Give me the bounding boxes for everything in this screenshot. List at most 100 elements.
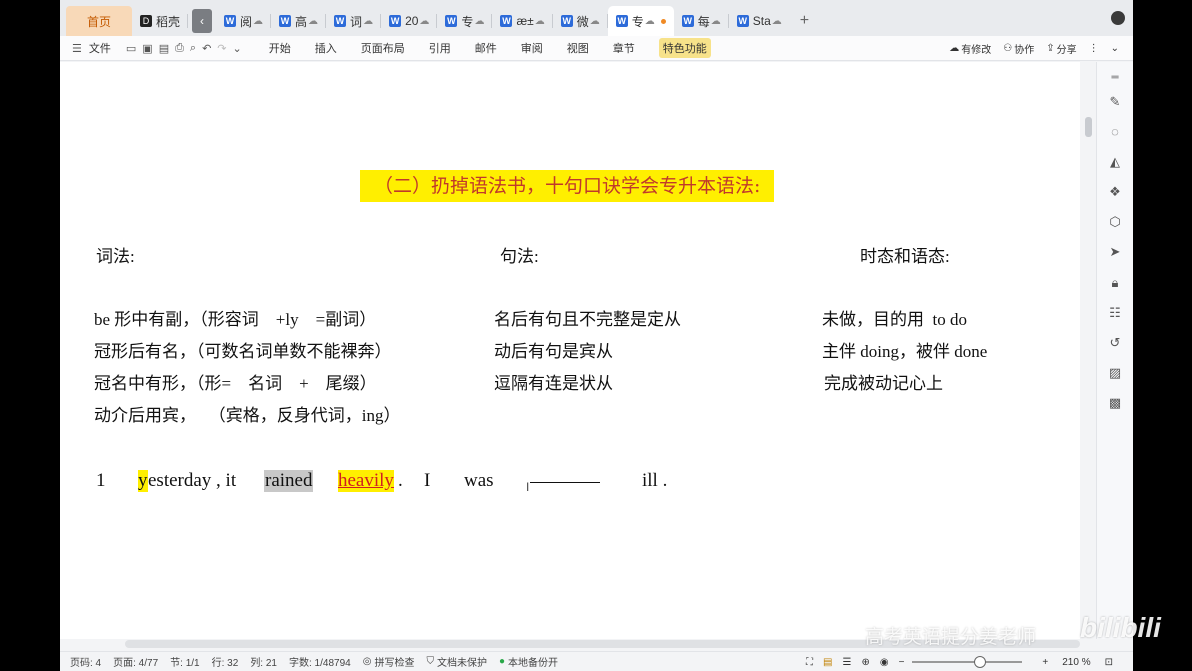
- settings-sliders-icon[interactable]: ☷: [1107, 305, 1123, 321]
- rule-line: 名后有句且不完整是定从: [494, 310, 681, 329]
- cloud-icon: ☁: [474, 15, 485, 27]
- tab-doc-10[interactable]: W Sta ☁: [729, 6, 790, 36]
- redo-icon[interactable]: ↷: [217, 42, 226, 55]
- word-doc-icon: W: [736, 15, 749, 27]
- zoom-slider[interactable]: [912, 656, 1023, 668]
- status-bar: 页码: 4 页面: 4/77 节: 1/1 行: 32 列: 21 字数: 1/…: [60, 651, 1133, 671]
- save-icon[interactable]: ▣: [142, 42, 152, 55]
- protect-status[interactable]: 文档未保护: [437, 654, 487, 669]
- lock-icon[interactable]: 🔒︎: [1107, 275, 1123, 291]
- menu-mailings[interactable]: 邮件: [475, 40, 497, 56]
- export-icon[interactable]: ▤: [159, 42, 169, 55]
- cloud-icon: ☁: [644, 15, 655, 27]
- menu-insert[interactable]: 插入: [315, 40, 337, 56]
- cloud-icon: ☁: [308, 15, 319, 27]
- tab-doc-active[interactable]: W 专 ☁: [607, 6, 674, 36]
- tab-doc-4[interactable]: W 20 ☁: [381, 6, 438, 36]
- zoom-level[interactable]: 210 %: [1062, 657, 1090, 668]
- vertical-scrollbar[interactable]: [1082, 62, 1096, 639]
- share-button[interactable]: 分享: [1057, 41, 1077, 56]
- undo-icon[interactable]: ↶: [202, 42, 211, 55]
- avatar[interactable]: [1111, 11, 1125, 25]
- status-line[interactable]: 行: 32: [212, 654, 239, 669]
- cloud-icon: ☁: [419, 15, 430, 27]
- menu-page-layout[interactable]: 页面布局: [361, 40, 405, 56]
- status-column[interactable]: 列: 21: [250, 654, 277, 669]
- more-icon[interactable]: ⋮: [1089, 43, 1099, 54]
- menu-references[interactable]: 引用: [429, 40, 451, 56]
- print-icon[interactable]: ⎙: [175, 42, 184, 55]
- status-pages[interactable]: 页面: 4/77: [113, 654, 158, 669]
- tab-doc-7[interactable]: W 微 ☁: [553, 6, 608, 36]
- hamburger-icon[interactable]: ☰: [72, 42, 82, 55]
- tab-doc-3[interactable]: W 词 ☁: [326, 6, 382, 36]
- pen-icon[interactable]: ✎: [1107, 94, 1123, 110]
- tab-bar: 首页 D 稻壳 ‹ W 阅 ☁ W 高 ☁ W 词 ☁ W 20 ☁ W 专 ☁ Wæ± ☁ W 微 ☁ W…: [60, 0, 1133, 36]
- tab-doc-5[interactable]: W 专 ☁: [437, 6, 493, 36]
- menu-special-features[interactable]: 特色功能: [658, 38, 711, 58]
- tab-doc-2[interactable]: W 高 ☁: [271, 6, 327, 36]
- collab-button[interactable]: 协作: [1014, 41, 1034, 56]
- collapse-icon[interactable]: ═: [1107, 70, 1123, 86]
- open-folder-icon[interactable]: ▭: [126, 42, 136, 55]
- eye-protect-icon[interactable]: ◉: [880, 657, 889, 668]
- tab-label: æ±: [516, 14, 534, 28]
- rule-line: be 形中有副，（形容词 +ly =副词）: [94, 310, 377, 329]
- has-changes-button[interactable]: 有修改: [961, 41, 991, 56]
- tab-daoke[interactable]: D 稻壳: [132, 6, 189, 36]
- cloud-icon: ☁: [710, 15, 721, 27]
- fullscreen-icon[interactable]: ⛶: [806, 657, 813, 668]
- backup-status[interactable]: 本地备份开: [508, 654, 558, 669]
- print-preview-icon[interactable]: ⌕: [190, 42, 196, 55]
- status-page-number[interactable]: 页码: 4: [70, 654, 101, 669]
- export-image-icon[interactable]: ▨: [1107, 365, 1123, 381]
- menu-chapter[interactable]: 章节: [613, 40, 635, 56]
- word-doc-icon: W: [681, 15, 694, 27]
- new-tab-icon[interactable]: +: [800, 12, 809, 30]
- chevron-left-icon[interactable]: ‹: [192, 9, 213, 33]
- heading-morphology: 词法:: [96, 247, 135, 266]
- spellcheck-button[interactable]: 拼写检查: [374, 654, 414, 669]
- menu-review[interactable]: 审阅: [521, 40, 543, 56]
- word-doc-icon: W: [389, 15, 402, 27]
- puzzle-icon[interactable]: ❖: [1107, 184, 1123, 200]
- tab-doc-1[interactable]: W 阅 ☁: [216, 6, 272, 36]
- daoke-icon: D: [140, 15, 152, 27]
- zoom-in-icon[interactable]: +: [1042, 657, 1048, 668]
- cloud-icon: ☁: [534, 15, 545, 27]
- history-icon[interactable]: ↺: [1107, 335, 1123, 351]
- cloud-icon: ☁: [363, 15, 374, 27]
- hexagon-icon[interactable]: ⬡: [1107, 214, 1123, 230]
- document-page[interactable]: （二）扔掉语法书，十句口诀学会专升本语法: 词法: 句法: 时态和语态: be …: [60, 62, 1080, 639]
- rule-line: 逗隔有连是状从: [494, 374, 613, 393]
- outline-view-icon[interactable]: ☰: [842, 657, 851, 668]
- tab-label: 阅: [240, 14, 253, 29]
- collapse-ribbon-icon[interactable]: ⌄: [1111, 43, 1119, 54]
- tab-doc-6[interactable]: Wæ± ☁: [492, 6, 553, 36]
- customize-icon[interactable]: ⌄: [233, 42, 242, 55]
- web-view-icon[interactable]: ⊕: [861, 657, 869, 668]
- menu-view[interactable]: 视图: [567, 40, 589, 56]
- tab-doc-9[interactable]: W 每 ☁: [674, 6, 729, 36]
- status-section[interactable]: 节: 1/1: [170, 654, 199, 669]
- fit-window-icon[interactable]: ⊡: [1105, 657, 1113, 668]
- page-view-icon[interactable]: ▤: [823, 657, 832, 668]
- shapes-icon[interactable]: ◌: [1107, 124, 1123, 140]
- pointer-icon[interactable]: ➤: [1107, 244, 1123, 260]
- zoom-slider-knob[interactable]: [974, 656, 987, 668]
- share-icon: ⇪: [1046, 43, 1055, 54]
- unsaved-dot-icon: [660, 18, 666, 24]
- scrollbar-thumb[interactable]: [1085, 117, 1092, 137]
- tab-home[interactable]: 首页: [66, 6, 132, 36]
- cloud-icon: ☁: [253, 15, 264, 27]
- tab-label: Sta: [752, 14, 771, 28]
- tab-label: 20: [405, 14, 419, 28]
- word-doc-icon: W: [560, 15, 573, 27]
- picture-icon[interactable]: ▩: [1107, 395, 1123, 411]
- fill-icon[interactable]: ◭: [1107, 154, 1123, 170]
- highlight-heavily: heavily: [338, 470, 394, 492]
- file-menu[interactable]: 文件: [89, 40, 111, 56]
- menu-start[interactable]: 开始: [269, 40, 291, 56]
- zoom-out-icon[interactable]: −: [899, 657, 905, 668]
- status-word-count[interactable]: 字数: 1/48794: [289, 654, 351, 669]
